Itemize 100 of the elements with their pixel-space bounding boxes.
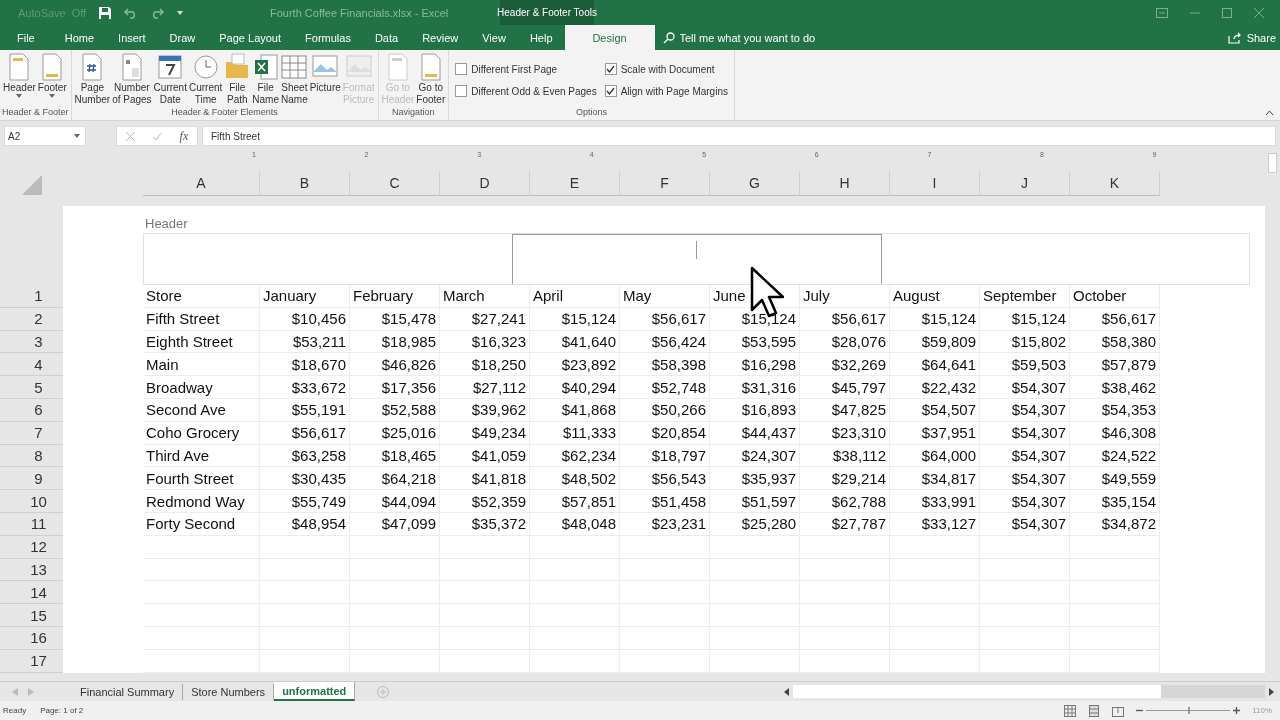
row-number[interactable]: 7 (0, 421, 63, 445)
ribbon-button[interactable]: Footer (36, 52, 68, 107)
row-number[interactable]: 13 (0, 558, 63, 582)
table-cell: $37,951 (890, 421, 980, 445)
caret-icon[interactable] (176, 9, 185, 16)
checkbox[interactable] (455, 63, 468, 75)
ribbon-button[interactable]: File Path (223, 52, 252, 107)
ribbon-button[interactable]: File Name (251, 52, 280, 107)
column-header[interactable]: K (1070, 171, 1160, 196)
formula-field[interactable]: Fifth Street (202, 126, 1276, 146)
table-cell: $54,307 (980, 444, 1070, 468)
ribbon-tab[interactable]: Help (517, 25, 565, 50)
tell-me-field[interactable]: Tell me what you want to do (677, 30, 882, 45)
table-cell: July (800, 285, 890, 308)
column-header[interactable]: D (440, 171, 530, 196)
ribbon-button[interactable]: Picture (308, 52, 342, 107)
name-box[interactable]: A2 (4, 126, 86, 146)
redo-icon[interactable] (150, 6, 165, 19)
checkbox[interactable] (455, 85, 468, 97)
zoom-slider-thumb[interactable] (1188, 707, 1191, 714)
page-break-view-icon[interactable] (1112, 704, 1125, 717)
row-number[interactable]: 6 (0, 399, 63, 422)
option-checkbox[interactable]: Scale with Document (604, 58, 728, 80)
ribbon-tab[interactable]: Formulas (293, 25, 363, 50)
table-cell: Coho Grocery (143, 421, 260, 445)
checkbox[interactable] (604, 85, 617, 97)
option-checkbox[interactable]: Align with Page Margins (604, 80, 728, 102)
column-header[interactable]: B (260, 171, 350, 196)
row-number[interactable]: 8 (0, 444, 63, 468)
zoom-out-icon[interactable] (1136, 707, 1144, 714)
row-number[interactable]: 5 (0, 376, 63, 399)
ribbon-tab[interactable]: Home (52, 25, 107, 50)
next-sheet-icon[interactable] (28, 687, 34, 696)
ribbon-tab[interactable]: Insert (106, 25, 158, 50)
sheet-tab[interactable]: Financial Summary (72, 683, 184, 700)
ribbon-button[interactable]: Current Date (152, 52, 188, 107)
column-header[interactable]: J (980, 171, 1070, 196)
ribbon-tab[interactable]: View (470, 25, 518, 50)
table-cell: $52,359 (440, 490, 530, 513)
ribbon-button[interactable]: Number of Pages (111, 52, 153, 107)
add-sheet-icon[interactable] (377, 685, 390, 698)
select-all-icon[interactable] (21, 174, 42, 195)
share-button[interactable]: Share (1221, 25, 1280, 50)
ribbon-tab[interactable]: Draw (157, 25, 208, 50)
row-number[interactable]: 16 (0, 626, 63, 650)
column-header[interactable]: G (710, 171, 800, 196)
column-header[interactable]: F (620, 171, 710, 196)
close-icon[interactable] (1254, 7, 1264, 18)
insert-function-button[interactable]: fx (179, 128, 189, 144)
column-header[interactable]: A (143, 171, 260, 196)
table-cell: $56,543 (620, 467, 710, 491)
group-label: Header & Footer Elements (170, 107, 279, 119)
column-header[interactable]: I (890, 171, 980, 196)
row-number[interactable]: 15 (0, 604, 63, 627)
table-cell: $29,214 (800, 467, 890, 491)
row-number[interactable]: 10 (0, 490, 63, 513)
row-number[interactable]: 1 (0, 285, 63, 308)
ribbon-button[interactable]: Sheet Name (280, 52, 309, 107)
page-layout-view-icon[interactable] (1088, 704, 1101, 717)
column-header[interactable]: C (350, 171, 440, 196)
table-cell: $49,559 (1070, 467, 1160, 491)
ribbon-tab[interactable]: Page Layout (207, 25, 294, 50)
row-number[interactable]: 4 (0, 353, 63, 377)
normal-view-icon[interactable] (1064, 704, 1077, 717)
zoom-in-icon[interactable] (1233, 707, 1241, 714)
ribbon-tab[interactable]: File (0, 25, 53, 50)
ribbon-button[interactable]: Go to Footer (415, 52, 447, 107)
option-checkbox[interactable]: Different First Page (455, 58, 597, 80)
table-cell: $46,826 (350, 353, 440, 377)
ribbon-display-icon[interactable] (1156, 7, 1168, 18)
save-icon[interactable] (98, 5, 113, 20)
column-header[interactable]: H (800, 171, 890, 196)
maximize-icon[interactable] (1222, 7, 1232, 18)
table-cell: $56,617 (800, 307, 890, 331)
ribbon-tab[interactable]: Review (410, 25, 471, 50)
row-number[interactable]: 12 (0, 535, 63, 559)
collapse-ribbon-icon[interactable] (1265, 110, 1274, 116)
ribbon-button[interactable]: Page Number (73, 52, 112, 107)
row-number[interactable]: 9 (0, 467, 63, 491)
option-checkbox[interactable]: Different Odd & Even Pages (455, 80, 597, 102)
row-number[interactable]: 2 (0, 307, 63, 331)
cancel-icon[interactable] (125, 131, 135, 141)
ribbon-tab[interactable]: Design (564, 25, 655, 50)
sheet-tab[interactable]: unformatted (274, 682, 356, 701)
scroll-right-icon[interactable] (1269, 687, 1274, 696)
table-cell: $16,298 (710, 353, 800, 377)
ribbon-button[interactable]: Current Time (187, 52, 224, 107)
row-number[interactable]: 11 (0, 512, 63, 536)
ribbon-tab[interactable]: Data (362, 25, 411, 50)
scroll-left-icon[interactable] (784, 687, 789, 696)
column-header[interactable]: E (530, 171, 620, 196)
row-number[interactable]: 3 (0, 330, 63, 354)
enter-icon[interactable] (152, 131, 163, 141)
ribbon-button[interactable]: Header (2, 52, 37, 107)
table-cell: $62,788 (800, 490, 890, 513)
checkbox[interactable] (604, 63, 617, 75)
table-cell: $35,154 (1070, 490, 1160, 513)
row-number[interactable]: 17 (0, 649, 63, 673)
row-number[interactable]: 14 (0, 581, 63, 605)
previous-sheet-icon[interactable] (12, 687, 18, 696)
